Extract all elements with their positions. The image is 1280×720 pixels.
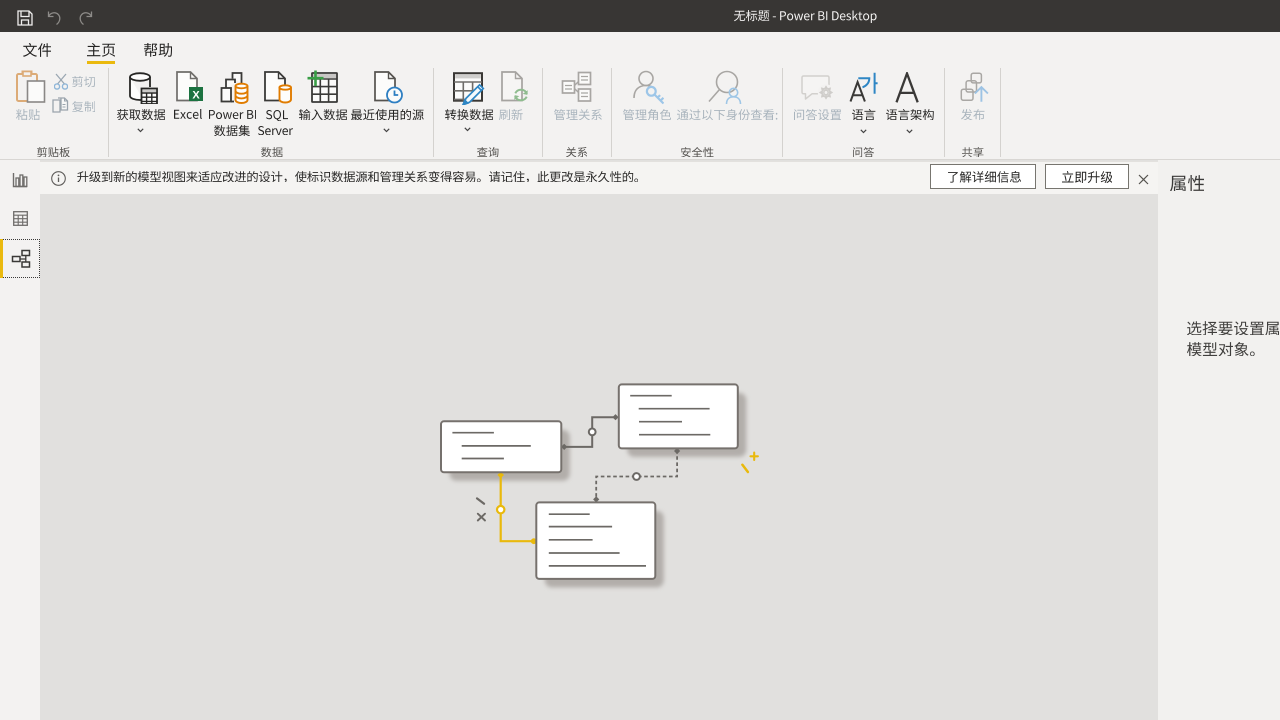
svg-text:X: X — [192, 90, 200, 102]
